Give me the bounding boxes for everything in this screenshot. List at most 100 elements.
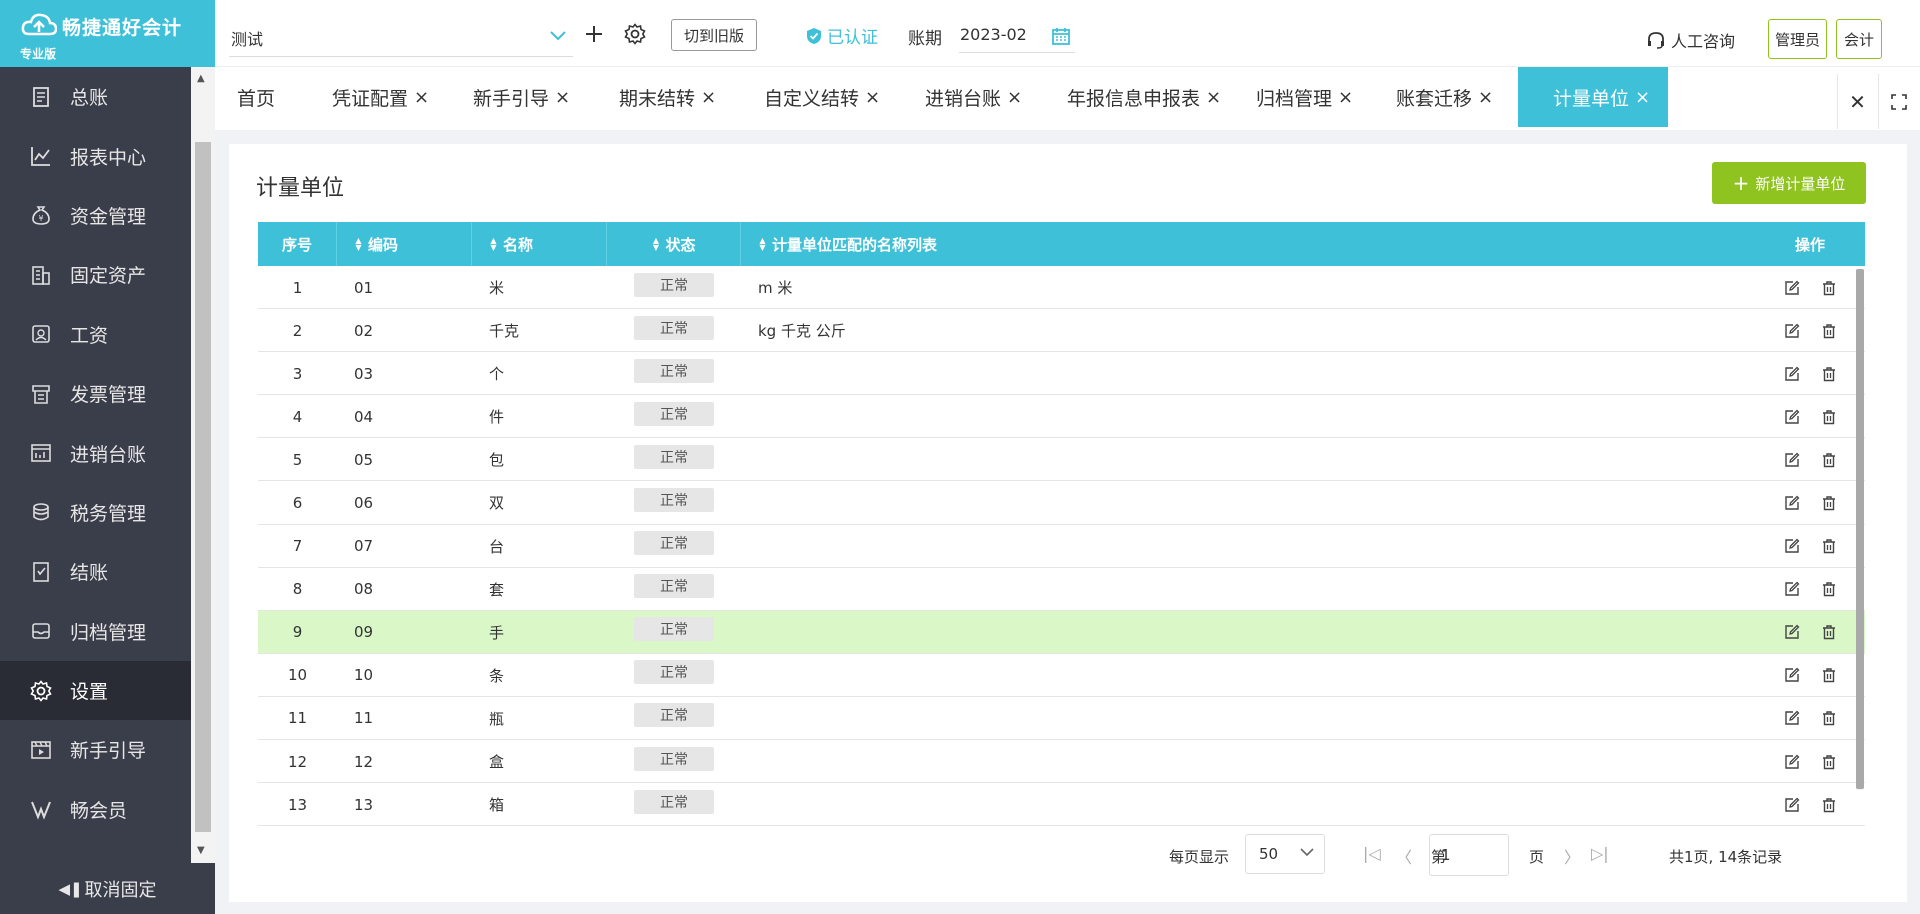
table-row[interactable]: 10 10 条 正常 — [258, 654, 1865, 697]
close-tab-icon[interactable]: × — [1635, 87, 1650, 108]
switch-old-version-button[interactable]: 切到旧版 — [671, 19, 757, 51]
sort-icon[interactable]: ▲ ▼ — [651, 237, 660, 252]
delete-icon[interactable] — [1820, 753, 1838, 771]
sidebar-item-12[interactable]: 畅会员 — [0, 780, 191, 839]
close-tab-icon[interactable]: × — [701, 87, 716, 108]
edit-icon[interactable] — [1783, 494, 1801, 512]
scroll-up-icon[interactable]: ▲ — [197, 73, 205, 84]
tab-8[interactable]: 账套迁移 × — [1396, 67, 1493, 127]
sidebar-item-0[interactable]: 总账 — [0, 67, 191, 126]
last-page-icon[interactable]: ▷| — [1591, 844, 1609, 863]
delete-icon[interactable] — [1820, 537, 1838, 555]
add-unit-button[interactable]: + 新增计量单位 — [1712, 162, 1866, 204]
table-row[interactable]: 2 02 千克 正常 kg 千克 公斤 — [258, 309, 1865, 353]
consult-button[interactable]: 人工咨询 — [1646, 28, 1735, 52]
gear-icon[interactable] — [622, 21, 648, 47]
sidebar-item-3[interactable]: 固定资产 — [0, 245, 191, 304]
delete-icon[interactable] — [1820, 451, 1838, 469]
edit-icon[interactable] — [1783, 709, 1801, 727]
delete-icon[interactable] — [1820, 365, 1838, 383]
sidebar-item-1[interactable]: 报表中心 — [0, 126, 191, 185]
sidebar-item-2[interactable]: ¥ 资金管理 — [0, 186, 191, 245]
delete-icon[interactable] — [1820, 623, 1838, 641]
close-tab-icon[interactable]: × — [414, 87, 429, 108]
table-row[interactable]: 6 06 双 正常 — [258, 481, 1865, 525]
sidebar-item-5[interactable]: 发票管理 — [0, 364, 191, 423]
col-name[interactable]: ▲ ▼ 名称 — [472, 222, 607, 266]
close-tab-icon[interactable]: × — [1007, 87, 1022, 108]
edit-icon[interactable] — [1783, 451, 1801, 469]
prev-page-icon[interactable]: 〈 — [1396, 844, 1412, 868]
first-page-icon[interactable]: |◁ — [1363, 844, 1381, 863]
delete-icon[interactable] — [1820, 666, 1838, 684]
tab-1[interactable]: 凭证配置 × — [332, 67, 429, 127]
close-tab-icon[interactable]: × — [1478, 87, 1493, 108]
col-status[interactable]: ▲ ▼ 状态 — [607, 222, 741, 266]
close-tab-icon[interactable]: × — [865, 87, 880, 108]
next-page-icon[interactable]: 〉 — [1564, 844, 1580, 868]
sidebar-item-9[interactable]: 归档管理 — [0, 602, 191, 661]
sort-icon[interactable]: ▲ ▼ — [354, 237, 363, 252]
scroll-down-icon[interactable]: ▼ — [197, 845, 205, 856]
table-row[interactable]: 13 13 箱 正常 — [258, 783, 1865, 827]
table-row[interactable]: 1 01 米 正常 m 米 — [258, 266, 1865, 310]
sidebar-item-6[interactable]: 进销台账 — [0, 423, 191, 482]
edit-icon[interactable] — [1783, 666, 1801, 684]
close-all-tabs-icon[interactable]: ✕ — [1837, 74, 1877, 129]
table-row[interactable]: 8 08 套 正常 — [258, 568, 1865, 611]
table-scrollbar[interactable] — [1856, 269, 1864, 790]
table-row[interactable]: 7 07 台 正常 — [258, 525, 1865, 568]
per-page-select[interactable]: 50 — [1245, 834, 1325, 874]
sort-icon[interactable]: ▲ ▼ — [489, 237, 498, 252]
sidebar-item-4[interactable]: 工资 — [0, 305, 191, 364]
edit-icon[interactable] — [1783, 365, 1801, 383]
table-row[interactable]: 4 04 件 正常 — [258, 395, 1865, 439]
edit-icon[interactable] — [1783, 279, 1801, 297]
table-row[interactable]: 3 03 个 正常 — [258, 352, 1865, 396]
delete-icon[interactable] — [1820, 322, 1838, 340]
close-tab-icon[interactable]: × — [1206, 87, 1221, 108]
tab-9[interactable]: 计量单位 × — [1518, 67, 1669, 127]
col-aliases[interactable]: ▲ ▼ 计量单位匹配的名称列表 — [741, 222, 1755, 266]
unpin-sidebar-button[interactable]: ◀❚ 取消固定 — [0, 863, 215, 914]
add-icon[interactable] — [581, 21, 607, 47]
delete-icon[interactable] — [1820, 580, 1838, 598]
tab-2[interactable]: 新手引导 × — [473, 67, 570, 127]
table-row[interactable]: 11 11 瓶 正常 — [258, 697, 1865, 741]
sidebar-item-8[interactable]: 结账 — [0, 542, 191, 601]
table-row[interactable]: 12 12 盒 正常 — [258, 740, 1865, 784]
tab-7[interactable]: 归档管理 × — [1256, 67, 1353, 127]
tab-4[interactable]: 自定义结转 × — [764, 67, 880, 127]
tab-3[interactable]: 期末结转 × — [619, 67, 716, 127]
close-tab-icon[interactable]: × — [1338, 87, 1353, 108]
page-input[interactable]: 1 — [1429, 834, 1509, 876]
edit-icon[interactable] — [1783, 322, 1801, 340]
edit-icon[interactable] — [1783, 796, 1801, 814]
tab-6[interactable]: 年报信息申报表 × — [1067, 67, 1221, 127]
table-row[interactable]: 5 05 包 正常 — [258, 438, 1865, 482]
role-admin-button[interactable]: 管理员 — [1768, 19, 1827, 59]
edit-icon[interactable] — [1783, 623, 1801, 641]
company-select[interactable]: 测试 — [229, 19, 573, 57]
fullscreen-icon[interactable] — [1878, 74, 1918, 129]
delete-icon[interactable] — [1820, 494, 1838, 512]
tab-0[interactable]: 首页 — [237, 67, 275, 127]
role-accountant-button[interactable]: 会计 — [1836, 19, 1882, 59]
sidebar-scrollbar[interactable]: ▲ ▼ — [191, 67, 215, 863]
sidebar-item-11[interactable]: 新手引导 — [0, 720, 191, 779]
edit-icon[interactable] — [1783, 537, 1801, 555]
calendar-icon[interactable] — [1051, 26, 1071, 46]
delete-icon[interactable] — [1820, 796, 1838, 814]
delete-icon[interactable] — [1820, 709, 1838, 727]
tab-5[interactable]: 进销台账 × — [925, 67, 1022, 127]
sort-icon[interactable]: ▲ ▼ — [758, 237, 767, 252]
col-code[interactable]: ▲ ▼ 编码 — [337, 222, 472, 266]
period-picker[interactable]: 2023-02 — [959, 19, 1075, 53]
edit-icon[interactable] — [1783, 408, 1801, 426]
table-scrollbar-thumb[interactable] — [1856, 269, 1864, 789]
delete-icon[interactable] — [1820, 279, 1838, 297]
delete-icon[interactable] — [1820, 408, 1838, 426]
close-tab-icon[interactable]: × — [555, 87, 570, 108]
edit-icon[interactable] — [1783, 753, 1801, 771]
edit-icon[interactable] — [1783, 580, 1801, 598]
